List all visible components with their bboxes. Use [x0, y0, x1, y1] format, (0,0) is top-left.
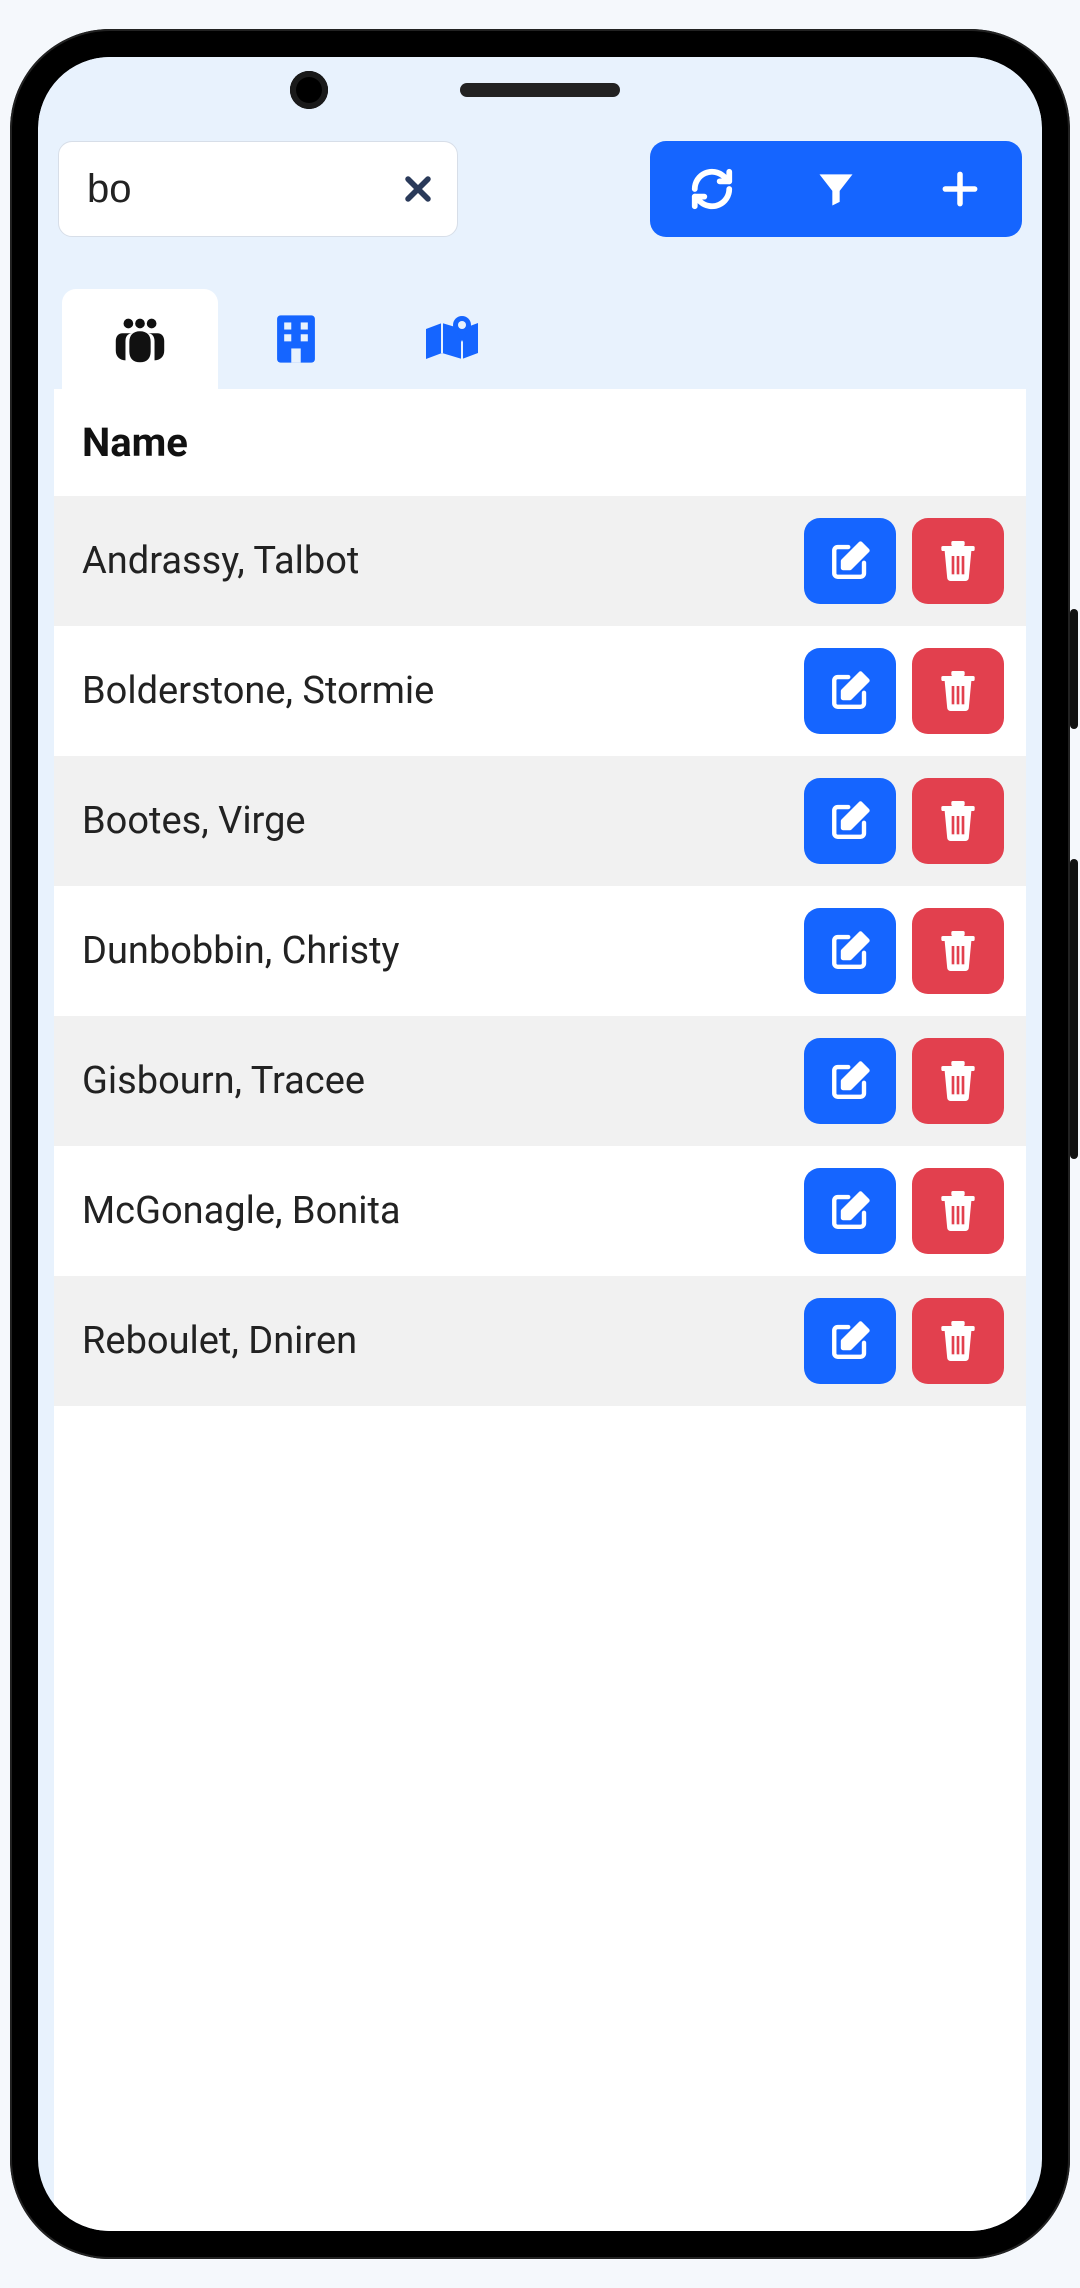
edit-button[interactable]	[804, 648, 896, 734]
trash-icon	[938, 1059, 978, 1103]
delete-button[interactable]	[912, 648, 1004, 734]
row-name: Dunbobbin, Christy	[82, 929, 804, 973]
refresh-button[interactable]	[650, 141, 774, 237]
app-root: Name Andrassy, Talbot Bolderstone, Stormi…	[38, 119, 1042, 2231]
delete-button[interactable]	[912, 1168, 1004, 1254]
edit-icon	[829, 1320, 871, 1362]
notch	[38, 57, 1042, 119]
map-icon	[420, 313, 484, 365]
trash-icon	[938, 669, 978, 713]
table-row: Bolderstone, Stormie	[54, 626, 1026, 756]
refresh-icon	[689, 166, 735, 212]
delete-button[interactable]	[912, 1038, 1004, 1124]
trash-icon	[938, 799, 978, 843]
row-name: Reboulet, Dniren	[82, 1319, 804, 1363]
row-actions	[804, 778, 1004, 864]
building-icon	[272, 313, 320, 365]
table-row: Reboulet, Dniren	[54, 1276, 1026, 1406]
edit-button[interactable]	[804, 778, 896, 864]
trash-icon	[938, 1319, 978, 1363]
plus-icon	[938, 167, 982, 211]
trash-icon	[938, 1189, 978, 1233]
table-row: Dunbobbin, Christy	[54, 886, 1026, 1016]
edit-icon	[829, 540, 871, 582]
add-button[interactable]	[898, 141, 1022, 237]
edit-icon	[829, 1060, 871, 1102]
edit-button[interactable]	[804, 1298, 896, 1384]
table-header-name: Name	[54, 389, 1026, 496]
edit-button[interactable]	[804, 908, 896, 994]
row-actions	[804, 1168, 1004, 1254]
edit-button[interactable]	[804, 1168, 896, 1254]
edit-icon	[829, 930, 871, 972]
trash-icon	[938, 539, 978, 583]
row-actions	[804, 908, 1004, 994]
table-row: Gisbourn, Tracee	[54, 1016, 1026, 1146]
edit-icon	[829, 1190, 871, 1232]
edit-icon	[829, 670, 871, 712]
tab-people[interactable]	[62, 289, 218, 389]
delete-button[interactable]	[912, 518, 1004, 604]
trash-icon	[938, 929, 978, 973]
phone-frame: Name Andrassy, Talbot Bolderstone, Stormi…	[10, 29, 1070, 2259]
edit-button[interactable]	[804, 518, 896, 604]
row-actions	[804, 1038, 1004, 1124]
table-row: McGonagle, Bonita	[54, 1146, 1026, 1276]
row-name: Gisbourn, Tracee	[82, 1059, 804, 1103]
delete-button[interactable]	[912, 908, 1004, 994]
delete-button[interactable]	[912, 1298, 1004, 1384]
table-row: Bootes, Virge	[54, 756, 1026, 886]
search-wrapper	[58, 141, 458, 237]
tab-bar	[54, 289, 1026, 389]
tab-map[interactable]	[374, 289, 530, 389]
toolbar-button-group	[650, 141, 1022, 237]
row-actions	[804, 1298, 1004, 1384]
table-row: Andrassy, Talbot	[54, 496, 1026, 626]
data-table: Name Andrassy, Talbot Bolderstone, Stormi…	[54, 389, 1026, 1406]
front-camera	[290, 71, 328, 109]
close-icon	[401, 172, 435, 206]
row-actions	[804, 648, 1004, 734]
row-name: McGonagle, Bonita	[82, 1189, 804, 1233]
filter-icon	[814, 167, 858, 211]
delete-button[interactable]	[912, 778, 1004, 864]
clear-search-button[interactable]	[396, 167, 440, 211]
people-icon	[109, 313, 171, 365]
phone-screen: Name Andrassy, Talbot Bolderstone, Stormi…	[38, 57, 1042, 2231]
row-actions	[804, 518, 1004, 604]
filter-button[interactable]	[774, 141, 898, 237]
speaker-grille	[460, 83, 620, 97]
empty-area	[54, 1406, 1026, 2231]
edit-icon	[829, 800, 871, 842]
tab-building[interactable]	[218, 289, 374, 389]
row-name: Bootes, Virge	[82, 799, 804, 843]
row-name: Andrassy, Talbot	[82, 539, 804, 583]
toolbar	[54, 141, 1026, 237]
row-name: Bolderstone, Stormie	[82, 669, 804, 713]
edit-button[interactable]	[804, 1038, 896, 1124]
